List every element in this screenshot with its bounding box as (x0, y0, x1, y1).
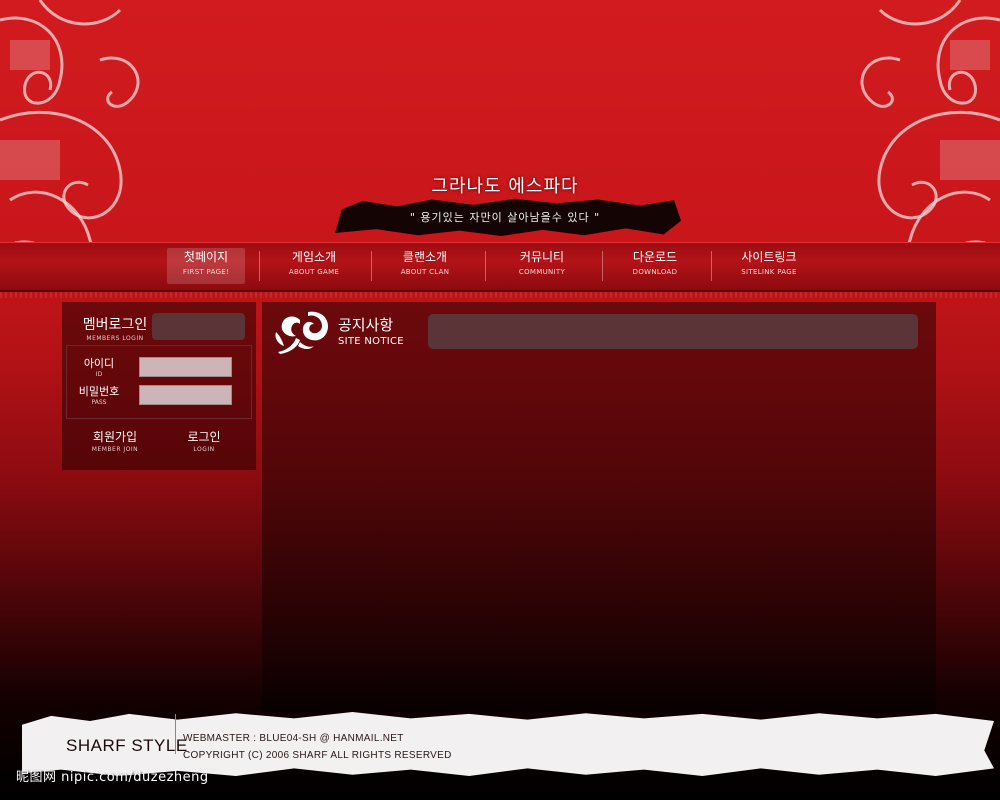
nav-item-sitelink[interactable]: 사이트링크 SITELINK PAGE (726, 248, 812, 284)
nav-label: 사이트링크 (741, 250, 797, 264)
site-title: 그라나도 에스파다 (431, 176, 579, 197)
login-heading-label: 멤버로그인 (82, 317, 148, 333)
member-join-button[interactable]: 회원가입 MEMBER JOIN (82, 428, 148, 453)
notice-heading-sublabel: SITE NOTICE (338, 336, 404, 347)
footer-webmaster: WEBMASTER : BLUE04-SH @ HANMAIL.NET (183, 733, 404, 744)
password-input[interactable] (139, 385, 232, 405)
password-label-en: PASS (91, 399, 107, 406)
nav-label: 게임소개 (291, 250, 337, 264)
id-label-en: ID (95, 371, 103, 378)
nav-item-first-page[interactable]: 첫페이지 FIRST PAGE! (167, 248, 245, 284)
nav-item-about-clan[interactable]: 클랜소개 ABOUT CLAN (388, 248, 462, 284)
notice-heading-label: 공지사항 (338, 316, 394, 334)
nav-item-about-game[interactable]: 게임소개 ABOUT GAME (276, 248, 352, 284)
id-label: 아이디 ID (67, 355, 131, 378)
footer-copyright: COPYRIGHT (C) 2006 SHARF ALL RIGHTS RESE… (183, 750, 452, 761)
site-logo: 그라나도 에스파다 " 용기있는 자만이 살아남을수 있다 " (335, 172, 681, 236)
login-heading-sublabel: MEMBERS LOGIN (86, 335, 144, 342)
main-navigation: 첫페이지 FIRST PAGE! 게임소개 ABOUT GAME 클랜소개 AB… (0, 242, 1000, 292)
nav-label: 첫페이지 (183, 250, 229, 264)
login-heading: 멤버로그인 MEMBERS LOGIN (74, 314, 156, 342)
main-content-panel (262, 302, 936, 712)
member-join-label: 회원가입 (92, 430, 138, 444)
nav-sublabel: SITELINK PAGE (741, 268, 797, 276)
nav-item-download[interactable]: 다운로드 DOWNLOAD (618, 248, 692, 284)
nav-sublabel: ABOUT GAME (288, 268, 340, 276)
footer-brand: SHARF STYLE (66, 736, 188, 755)
nav-shadow-pattern (0, 292, 1000, 298)
notice-heading: 공지사항 SITE NOTICE (338, 314, 404, 347)
login-panel: 멤버로그인 MEMBERS LOGIN 아이디 ID 비밀번호 PASS 회원가… (62, 302, 256, 470)
login-button-label: 로그인 (187, 430, 221, 444)
nav-sublabel: COMMUNITY (518, 268, 566, 276)
id-label-ko: 아이디 (83, 357, 115, 370)
nav-divider (485, 251, 486, 281)
password-label-ko: 비밀번호 (78, 385, 120, 398)
id-input[interactable] (139, 357, 232, 377)
rose-icon (275, 311, 328, 354)
site-motto: " 용기있는 자만이 살아남을수 있다 " (409, 211, 601, 224)
footer-divider (175, 714, 176, 754)
watermark-text: 昵图网 nipic.com/duzezheng (16, 770, 209, 785)
nav-sublabel: DOWNLOAD (632, 268, 678, 276)
login-form: 아이디 ID 비밀번호 PASS (66, 345, 252, 419)
nav-divider (602, 251, 603, 281)
login-button-sublabel: LOGIN (193, 446, 215, 453)
notice-list-bar[interactable] (428, 314, 918, 349)
nav-divider (711, 251, 712, 281)
member-join-sublabel: MEMBER JOIN (91, 446, 139, 453)
nav-label: 클랜소개 (402, 250, 448, 264)
nav-sublabel: FIRST PAGE! (182, 268, 230, 276)
nav-item-community[interactable]: 커뮤니티 COMMUNITY (504, 248, 580, 284)
nav-label: 다운로드 (632, 250, 678, 264)
nav-label: 커뮤니티 (519, 250, 565, 264)
nav-divider (259, 251, 260, 281)
login-status-box (152, 313, 245, 340)
nav-divider (371, 251, 372, 281)
nav-sublabel: ABOUT CLAN (400, 268, 450, 276)
login-button[interactable]: 로그인 LOGIN (178, 428, 230, 453)
password-label: 비밀번호 PASS (67, 383, 131, 406)
